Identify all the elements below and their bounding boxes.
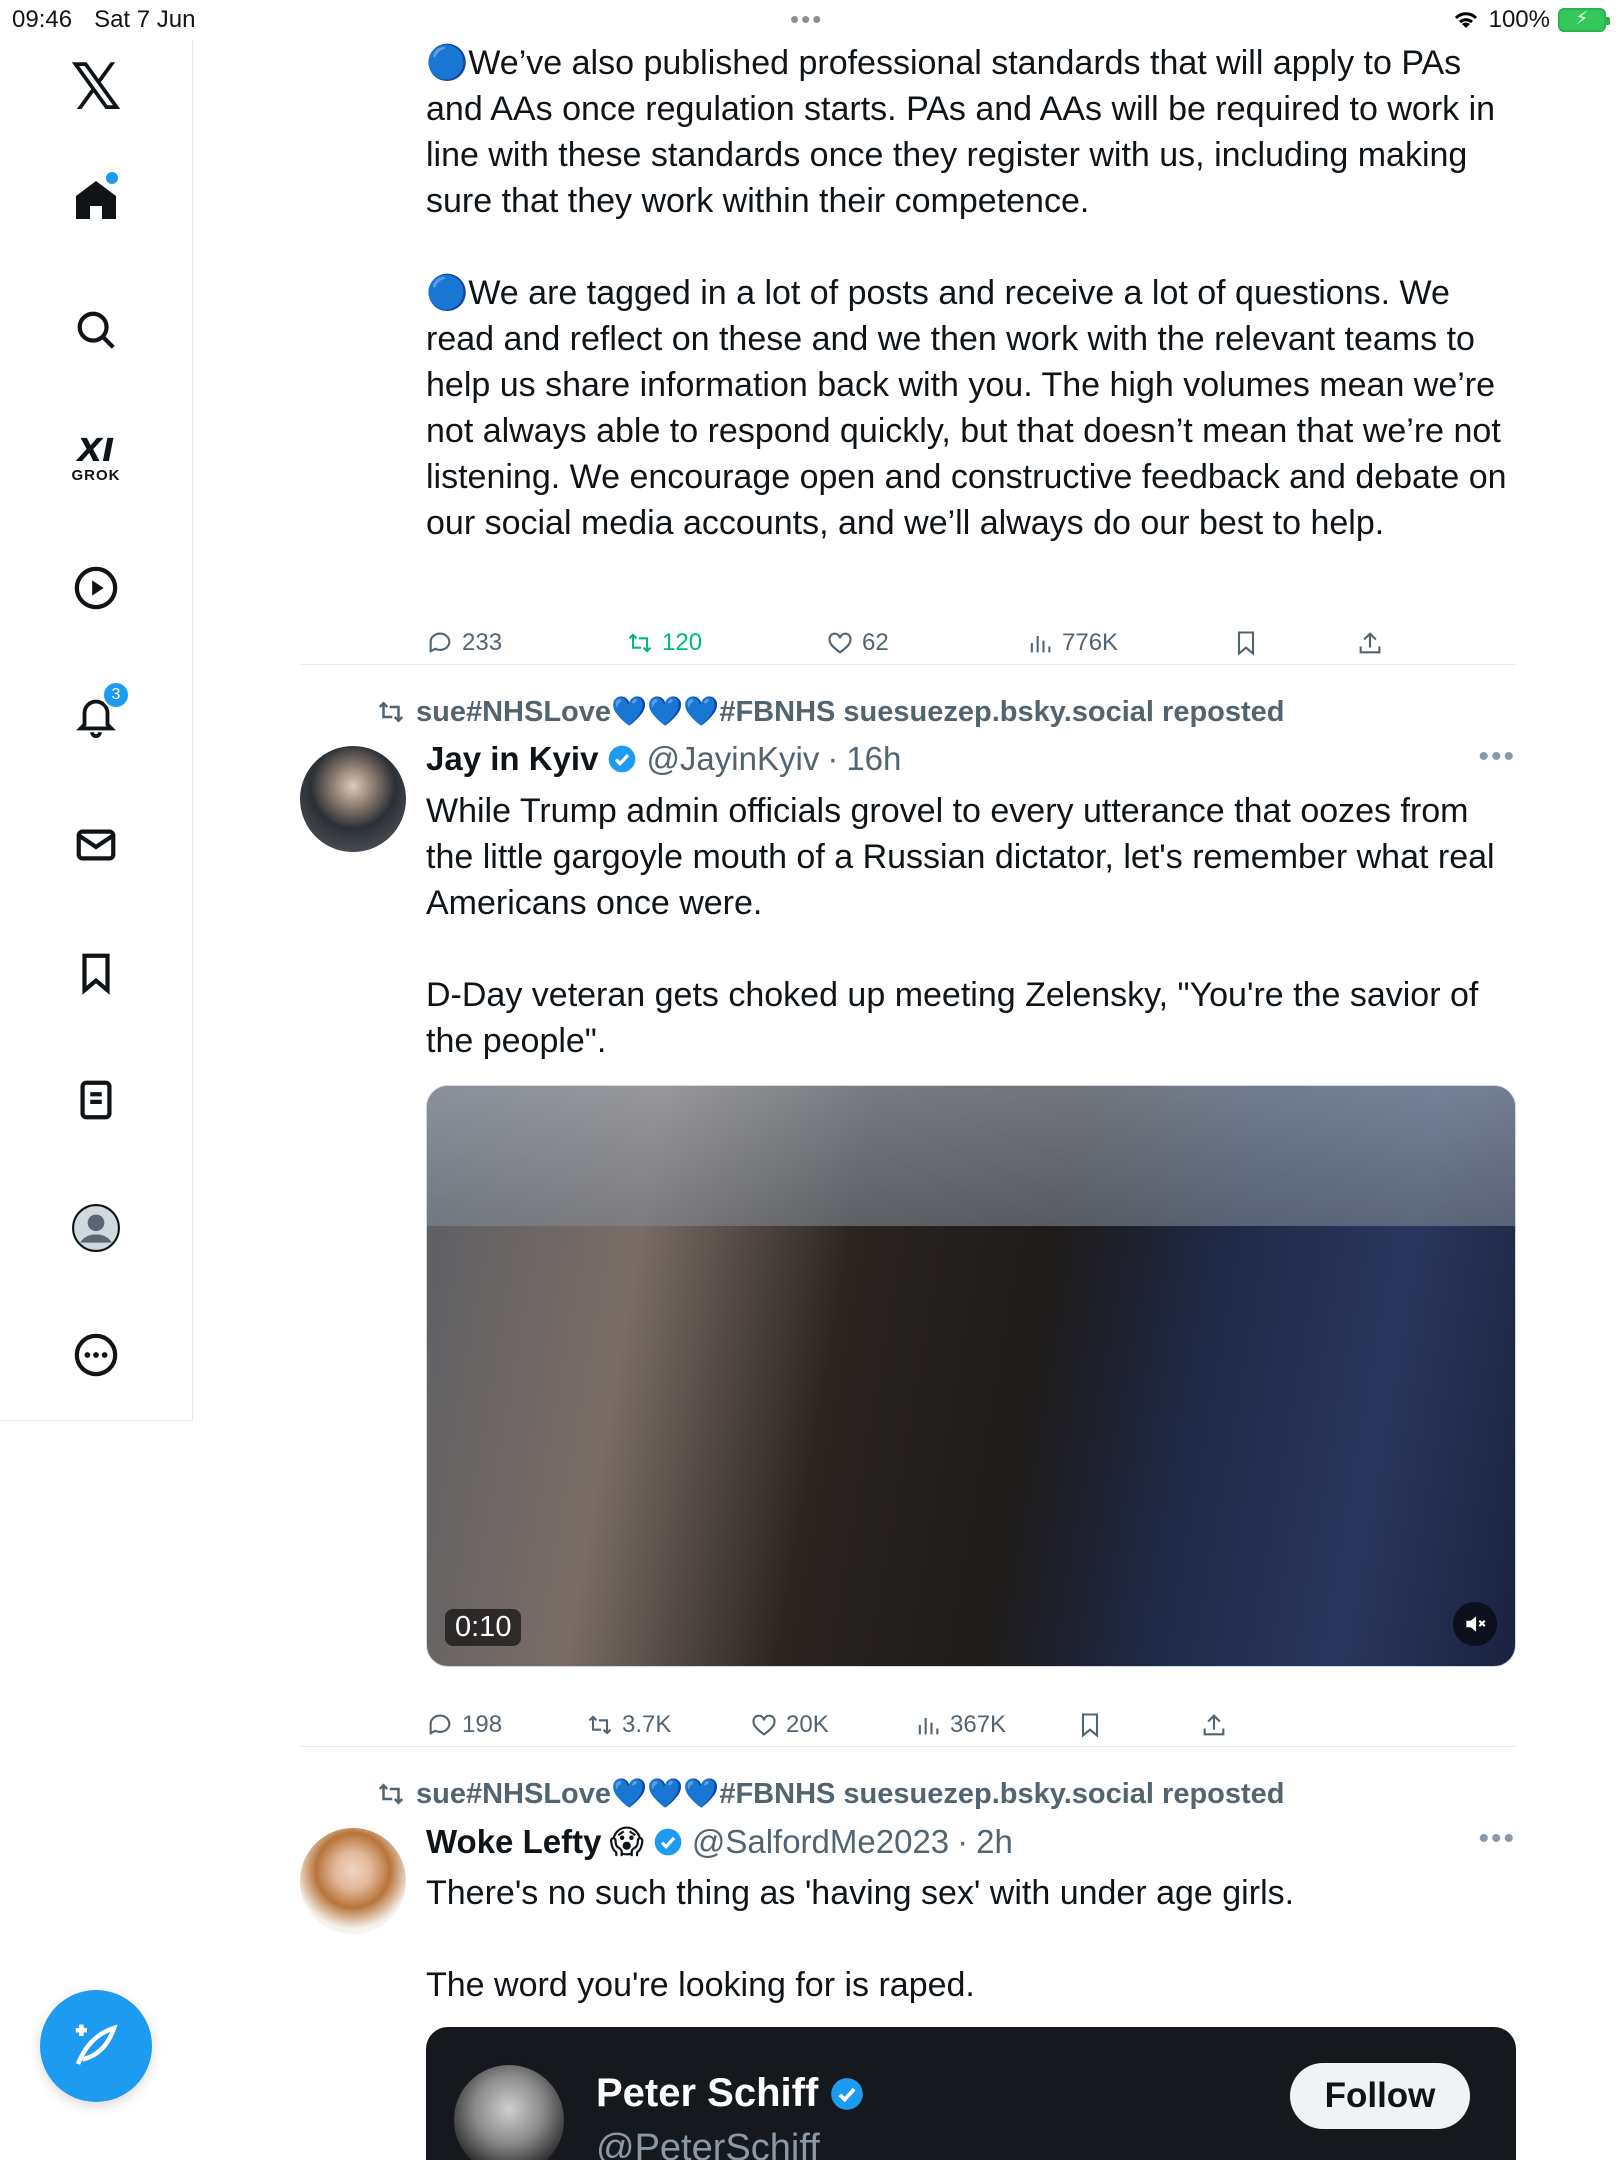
status-bar: 09:46 Sat 7 Jun ••• 100% ⚡ (0, 0, 1620, 40)
notifications-badge: 3 (102, 681, 130, 709)
author-handle[interactable]: @JayinKyiv (646, 740, 819, 778)
compose-feather-icon (75, 2024, 118, 2065)
views-chart-icon (1030, 636, 1051, 653)
verified-badge-icon (831, 2077, 864, 2110)
reply-icon (429, 1714, 451, 1735)
reply-button[interactable]: 198 (426, 1711, 502, 1739)
home-unread-dot (106, 172, 118, 184)
wifi-icon (1454, 12, 1477, 28)
post-text: There's no such thing as 'having sex' wi… (426, 1874, 1295, 2004)
repost-attribution[interactable]: sue#NHSLove💙💙💙#FBNHS suesuezep.bsky.soci… (376, 1777, 1285, 1811)
like-count: 62 (862, 629, 889, 656)
view-count: 776K (1062, 629, 1119, 656)
repost-count: 3.7K (622, 1711, 672, 1738)
grok-icon[interactable]: xı GROK (66, 424, 126, 485)
video-play-icon[interactable] (66, 558, 126, 618)
post-more-icon[interactable]: ••• (1478, 740, 1516, 774)
share-button[interactable] (1200, 1711, 1228, 1739)
verified-badge-icon (609, 745, 636, 773)
post-more-icon[interactable]: ••• (1478, 1822, 1516, 1856)
mute-icon[interactable] (1453, 1602, 1497, 1646)
embedded-profile-card[interactable]: Peter Schiff @PeterSchiff Follow (426, 2027, 1516, 2160)
views-button[interactable]: 776K (1026, 629, 1118, 657)
embedded-name-row: Peter Schiff (596, 2071, 866, 2116)
lists-icon[interactable] (66, 1070, 126, 1130)
heart-icon (752, 1714, 776, 1736)
author-avatar[interactable] (300, 1828, 406, 1934)
repost-button[interactable]: 3.7K (586, 1711, 671, 1739)
views-button[interactable]: 367K (914, 1711, 1006, 1739)
post-text: 🔵We’ve also published professional stand… (426, 44, 1507, 542)
reply-icon (429, 632, 451, 653)
sidebar-divider (0, 1420, 193, 1421)
post-text: While Trump admin officials grovel to ev… (426, 792, 1495, 1060)
repost-icon (628, 633, 652, 653)
battery-percent: 100% (1488, 6, 1550, 33)
author-row: Jay in Kyiv @JayinKyiv · 16h (426, 740, 901, 778)
author-name[interactable]: Woke Lefty (426, 1823, 601, 1861)
search-icon[interactable] (66, 300, 126, 360)
bookmark-icon (1081, 1713, 1099, 1738)
author-name[interactable]: Jay in Kyiv (426, 740, 598, 778)
status-time: 09:46 (12, 6, 73, 33)
share-button[interactable] (1356, 629, 1384, 657)
multitasking-dots-icon[interactable]: ••• (790, 4, 823, 35)
status-date: Sat 7 Jun (94, 6, 196, 33)
bookmark-icon (1237, 631, 1255, 656)
heart-icon (828, 632, 852, 654)
view-count: 367K (950, 1711, 1007, 1738)
compose-post-button[interactable] (40, 1990, 152, 2102)
dot-separator: · (957, 1822, 969, 1860)
post-video[interactable]: 0:10 (426, 1085, 1516, 1667)
reply-button[interactable]: 233 (426, 629, 502, 657)
more-options-icon[interactable] (66, 1325, 126, 1385)
share-icon (1203, 1714, 1225, 1736)
bookmark-button[interactable] (1232, 629, 1260, 657)
author-row: Woke Lefty 😱 @SalfordMe2023 · 2h (426, 1822, 1013, 1861)
repost-small-icon (378, 701, 404, 723)
post-actions: 198 3.7K 20K 367K (426, 1700, 1516, 1750)
verified-badge-icon (654, 1828, 682, 1855)
repost-icon (588, 1715, 612, 1735)
embedded-avatar (450, 2061, 568, 2160)
post-time[interactable]: 2h (976, 1823, 1013, 1861)
repost-attribution-label: sue#NHSLove💙💙💙#FBNHS suesuezep.bsky.soci… (416, 696, 1285, 728)
author-handle[interactable]: @SalfordMe2023 (692, 1823, 949, 1861)
notifications-bell-icon[interactable]: 3 (66, 681, 130, 745)
repost-attribution-label: sue#NHSLove💙💙💙#FBNHS suesuezep.bsky.soci… (416, 1778, 1285, 1810)
post-divider (300, 1746, 1516, 1747)
bookmark-button[interactable] (1076, 1711, 1104, 1739)
repost-attribution[interactable]: sue#NHSLove💙💙💙#FBNHS suesuezep.bsky.soci… (376, 695, 1285, 729)
video-frame (427, 1086, 1515, 1226)
name-emoji: 😱 (609, 1823, 644, 1860)
post-divider (300, 664, 1516, 665)
share-icon (1359, 632, 1381, 654)
battery-icon: ⚡ (1558, 8, 1610, 32)
follow-button[interactable]: Follow (1290, 2063, 1470, 2129)
video-duration: 0:10 (445, 1609, 522, 1646)
embedded-handle: @PeterSchiff (596, 2127, 820, 2160)
post-time[interactable]: 16h (846, 740, 901, 778)
repost-small-icon (378, 1783, 404, 1805)
post-actions: 233 120 62 776K (426, 618, 1516, 668)
reply-count: 233 (462, 629, 503, 656)
views-chart-icon (918, 1718, 939, 1735)
author-avatar[interactable] (300, 746, 406, 852)
repost-count: 120 (662, 629, 703, 656)
x-logo-icon[interactable]: 𝕏 (66, 51, 126, 125)
grok-label: GROK (71, 466, 121, 484)
dot-separator: · (827, 740, 839, 777)
embedded-name: Peter Schiff (596, 2071, 819, 2115)
like-button[interactable]: 62 (826, 629, 889, 657)
profile-avatar-icon[interactable] (66, 1198, 126, 1258)
sidebar: 𝕏 xı GROK 3 (0, 40, 193, 1420)
like-count: 20K (786, 1711, 829, 1738)
bookmarks-icon[interactable] (66, 943, 126, 1003)
like-button[interactable]: 20K (750, 1711, 829, 1739)
messages-mail-icon[interactable] (66, 815, 126, 875)
repost-button[interactable]: 120 (626, 629, 702, 657)
home-icon[interactable] (66, 170, 126, 230)
reply-count: 198 (462, 1711, 503, 1738)
